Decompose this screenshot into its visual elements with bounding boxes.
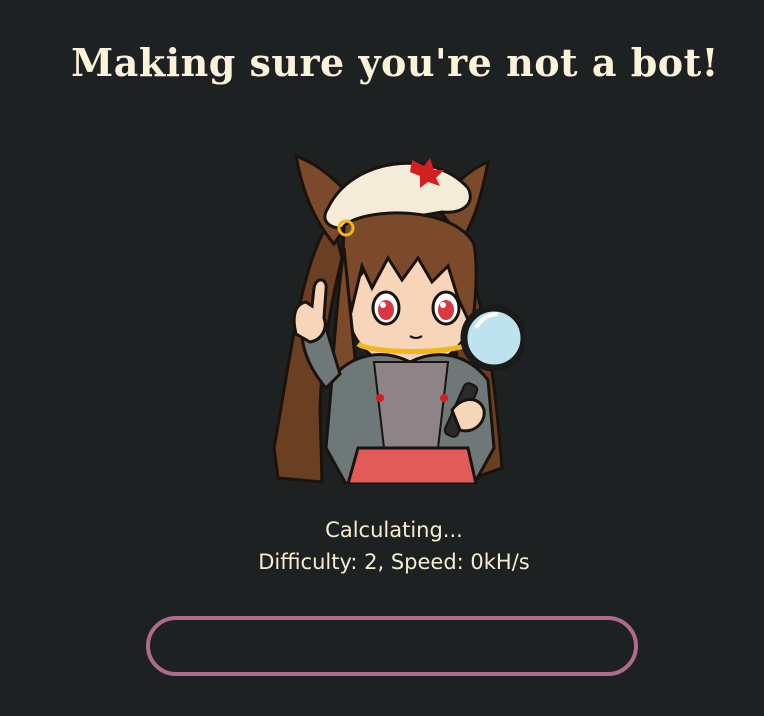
status-area: Calculating... Difficulty: 2, Speed: 0kH… [0, 514, 764, 578]
page-title: Making sure you're not a bot! [71, 40, 719, 85]
status-details: Difficulty: 2, Speed: 0kH/s [258, 550, 530, 574]
progress-bar [146, 616, 638, 676]
status-message: Calculating... [325, 518, 463, 542]
mascot-image [272, 153, 524, 484]
